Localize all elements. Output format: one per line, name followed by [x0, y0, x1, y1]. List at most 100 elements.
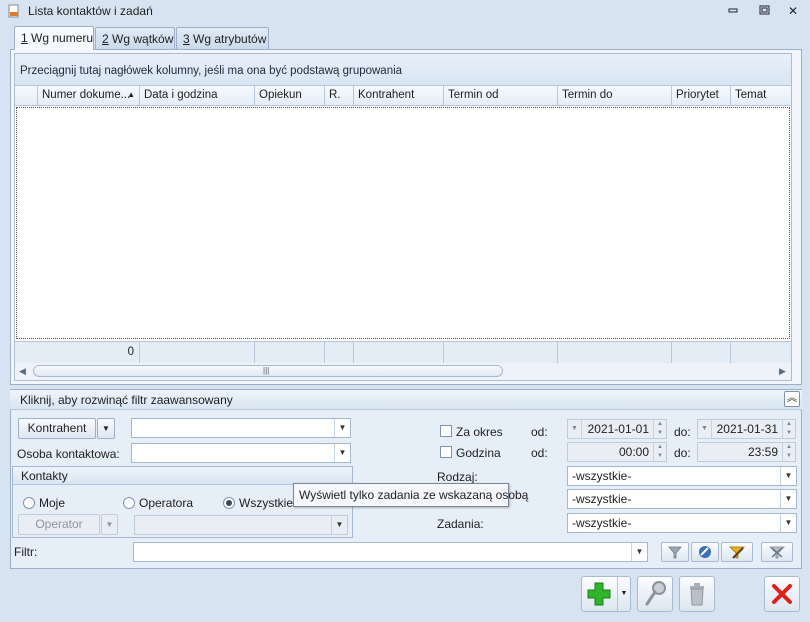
app-document-icon [8, 4, 19, 18]
radio-moje[interactable] [23, 497, 35, 509]
radio-wszystkie-label: Wszystkie [239, 496, 293, 510]
tab-key: 3 [183, 32, 190, 46]
godzina-label: Godzina [456, 446, 501, 460]
filter-apply-button[interactable] [721, 542, 753, 562]
time-value: 23:59 [747, 445, 778, 459]
date-value: 2021-01-31 [716, 422, 778, 436]
tab-label: Wg wątków [108, 32, 174, 46]
spin-icon[interactable]: ▲ ▼ [653, 443, 666, 461]
minimize-icon [728, 8, 738, 13]
edit-button[interactable] [637, 576, 673, 612]
column-header-opiekun[interactable]: Opiekun [255, 86, 325, 106]
footer-cell [444, 342, 558, 363]
filtr-field[interactable]: ▼ [133, 542, 648, 562]
tab-wg-watkow[interactable]: 2 Wg wątków [95, 27, 175, 49]
column-header-r[interactable]: R. [325, 86, 354, 106]
filter-clear-button[interactable] [761, 542, 793, 562]
chevron-down-icon[interactable]: ▼ [780, 490, 796, 508]
radio-operatora-label: Operatora [139, 496, 194, 510]
zadania-value: -wszystkie- [572, 516, 632, 530]
group-by-area[interactable]: Przeciągnij tutaj nagłówek kolumny, jeśl… [15, 54, 791, 86]
scroll-right-icon[interactable]: ▶ [779, 366, 786, 377]
tab-key: 2 [102, 32, 109, 46]
close-button[interactable] [764, 576, 800, 612]
tab-wg-numeru[interactable]: 1 Wg numeru [14, 26, 94, 50]
tab-wg-atrybutow[interactable]: 3 Wg atrybutów [176, 27, 269, 49]
operator-field[interactable]: ▼ [134, 515, 348, 535]
scrollbar-thumb[interactable]: ||| [33, 365, 503, 377]
advanced-filter-header[interactable]: Kliknij, aby rozwinąć filtr zaawansowany… [10, 390, 802, 410]
radio-moje-label: Moje [39, 496, 66, 510]
godzina-do-label: do: [674, 446, 691, 460]
spin-icon[interactable]: ▲ ▼ [782, 420, 795, 438]
column-header-temat[interactable]: Temat [731, 86, 791, 106]
chevron-down-icon[interactable]: ▼ [631, 543, 647, 561]
scroll-left-icon[interactable]: ◀ [19, 366, 26, 377]
za-okres-od-date[interactable]: ▼ 2021-01-01 ▲ ▼ [567, 419, 667, 439]
window-title: Lista kontaktów i zadań [28, 4, 153, 18]
chevron-down-icon[interactable]: ▼ [780, 514, 796, 532]
column-header-kontrahent[interactable]: Kontrahent [354, 86, 444, 106]
chevron-down-icon[interactable]: ▼ [334, 419, 350, 437]
spin-icon[interactable]: ▲ ▼ [653, 420, 666, 438]
za-okres-do-label: do: [674, 425, 691, 439]
zadania-select[interactable]: -wszystkie- ▼ [567, 513, 797, 533]
magnifier-icon [645, 581, 666, 606]
chevron-down-icon[interactable]: ▼ [780, 467, 796, 485]
filter-funnel-button[interactable] [661, 542, 689, 562]
godzina-od-label: od: [531, 446, 548, 460]
godzina-checkbox[interactable] [440, 446, 452, 458]
kontrahent-button[interactable]: Kontrahent [18, 418, 96, 439]
close-window-button[interactable]: ✕ [782, 2, 804, 20]
operator-button[interactable]: Operator [18, 514, 100, 535]
column-header-data[interactable]: Data i godzina [140, 86, 255, 106]
column-header-numer[interactable]: Numer dokume... ▲ [38, 86, 140, 106]
date-dropdown-icon[interactable]: ▼ [698, 420, 712, 438]
chevron-down-icon[interactable]: ▼ [331, 516, 347, 534]
delete-button[interactable] [679, 576, 715, 612]
chevron-down-icon[interactable]: ▼ [334, 444, 350, 462]
column-header-indicator[interactable] [15, 86, 38, 106]
footer-cell [140, 342, 255, 363]
rodzaj-select[interactable]: -wszystkie- ▼ [567, 466, 797, 486]
osoba-kontaktowa-field[interactable]: ▼ [131, 443, 351, 463]
status-select[interactable]: -wszystkie- ▼ [567, 489, 797, 509]
maximize-button[interactable] [753, 2, 775, 20]
add-dropdown-icon[interactable]: ▼ [617, 577, 630, 611]
spin-icon[interactable]: ▲ ▼ [782, 443, 795, 461]
maximize-icon [759, 5, 769, 15]
grid-footer-row: 0 [15, 341, 791, 363]
kontrahent-field[interactable]: ▼ [131, 418, 351, 438]
grid-body[interactable] [16, 107, 790, 339]
za-okres-do-date[interactable]: ▼ 2021-01-31 ▲ ▼ [697, 419, 796, 439]
column-header-priorytet[interactable]: Priorytet [672, 86, 731, 106]
tab-label: Wg numeru [27, 31, 94, 45]
grip-icon: ||| [263, 366, 270, 375]
tooltip: Wyświetl tylko zadania ze wskazaną osobą [293, 483, 528, 507]
close-x-icon [772, 584, 792, 604]
column-header-termin-do[interactable]: Termin do [558, 86, 672, 106]
add-button[interactable]: ▼ [581, 576, 631, 612]
footer-cell [558, 342, 672, 363]
filter-construct-button[interactable] [691, 542, 719, 562]
horizontal-scrollbar[interactable]: ◀ ||| ▶ [15, 363, 791, 380]
date-dropdown-icon[interactable]: ▼ [568, 420, 582, 438]
godzina-od-time[interactable]: 00:00 ▲ ▼ [567, 442, 667, 462]
radio-wszystkie[interactable] [223, 497, 235, 509]
godzina-do-time[interactable]: 23:59 ▲ ▼ [697, 442, 796, 462]
collapse-chevron-icon[interactable]: ︽ [784, 391, 800, 407]
operator-dropdown-icon[interactable]: ▼ [101, 514, 118, 535]
filter-edit-icon [699, 546, 711, 558]
footer-cell [325, 342, 354, 363]
minimize-button[interactable] [722, 2, 744, 20]
zadania-label: Zadania: [437, 517, 484, 531]
status-value: -wszystkie- [572, 492, 632, 506]
plus-icon [587, 582, 611, 606]
kontrahent-dropdown-icon[interactable]: ▼ [97, 418, 115, 439]
kontakty-title: Kontakty [21, 469, 68, 483]
za-okres-checkbox[interactable] [440, 425, 452, 437]
column-header-row: Numer dokume... ▲ Data i godzina Opiekun… [15, 86, 791, 106]
radio-operatora[interactable] [123, 497, 135, 509]
rodzaj-value: -wszystkie- [572, 469, 632, 483]
column-header-termin-od[interactable]: Termin od [444, 86, 558, 106]
